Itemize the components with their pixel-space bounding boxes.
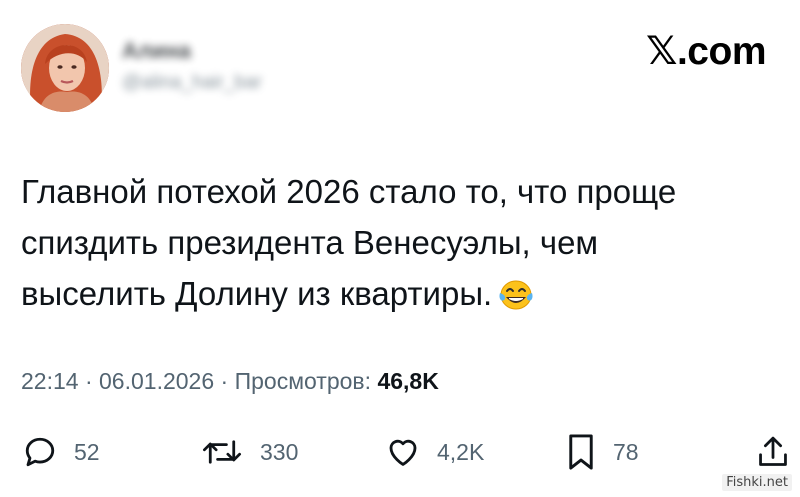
- tears-of-joy-emoji: [498, 274, 534, 310]
- like-count: 4,2K: [437, 439, 485, 465]
- meta-separator: ·: [214, 368, 235, 394]
- tweet-text-line: выселить Долину из квартиры.: [21, 268, 711, 319]
- tweet-time[interactable]: 22:14: [21, 368, 79, 394]
- tweet-text-line: Главной потехой 2026 стало то, что проще: [21, 173, 677, 210]
- reply-icon: [25, 437, 55, 467]
- action-bar: 52 330 4,2K 78: [0, 430, 800, 474]
- views-label: Просмотров:: [234, 368, 372, 394]
- like-button[interactable]: 4,2K: [385, 430, 484, 474]
- repost-icon: [203, 440, 241, 464]
- views-count: 46,8K: [377, 368, 439, 394]
- bookmark-button[interactable]: 78: [565, 430, 639, 474]
- tweet-date[interactable]: 06.01.2026: [99, 368, 214, 394]
- meta-separator: ·: [78, 368, 100, 394]
- share-button[interactable]: [756, 430, 790, 474]
- reply-button[interactable]: 52: [22, 430, 100, 474]
- author-handle[interactable]: @alina_hair_bar: [122, 72, 262, 94]
- share-icon: [759, 436, 787, 466]
- tweet-text: Главной потехой 2026 стало то, что проще…: [21, 166, 711, 319]
- avatar[interactable]: [21, 24, 109, 112]
- author-name[interactable]: Алина: [122, 38, 262, 64]
- x-logo-brand: 𝕏.com: [646, 30, 766, 73]
- heart-icon: [389, 439, 417, 466]
- bookmark-icon: [569, 434, 593, 470]
- bookmark-count: 78: [613, 439, 639, 465]
- tweet-card: Алина @alina_hair_bar 𝕏.com Главной поте…: [0, 0, 800, 497]
- repost-count: 330: [260, 439, 299, 465]
- tweet-metadata: 22:14 · 06.01.2026 · Просмотров: 46,8K: [21, 366, 439, 396]
- repost-button[interactable]: 330: [200, 430, 298, 474]
- tweet-text-line: спиздить президента Венесуэлы, чем: [21, 224, 599, 261]
- author-info: Алина @alina_hair_bar: [122, 38, 262, 94]
- tweet-text-line-content: выселить Долину из квартиры.: [21, 275, 493, 312]
- reply-count: 52: [74, 439, 100, 465]
- avatar-image: [21, 24, 109, 112]
- watermark: Fishki.net: [722, 474, 792, 491]
